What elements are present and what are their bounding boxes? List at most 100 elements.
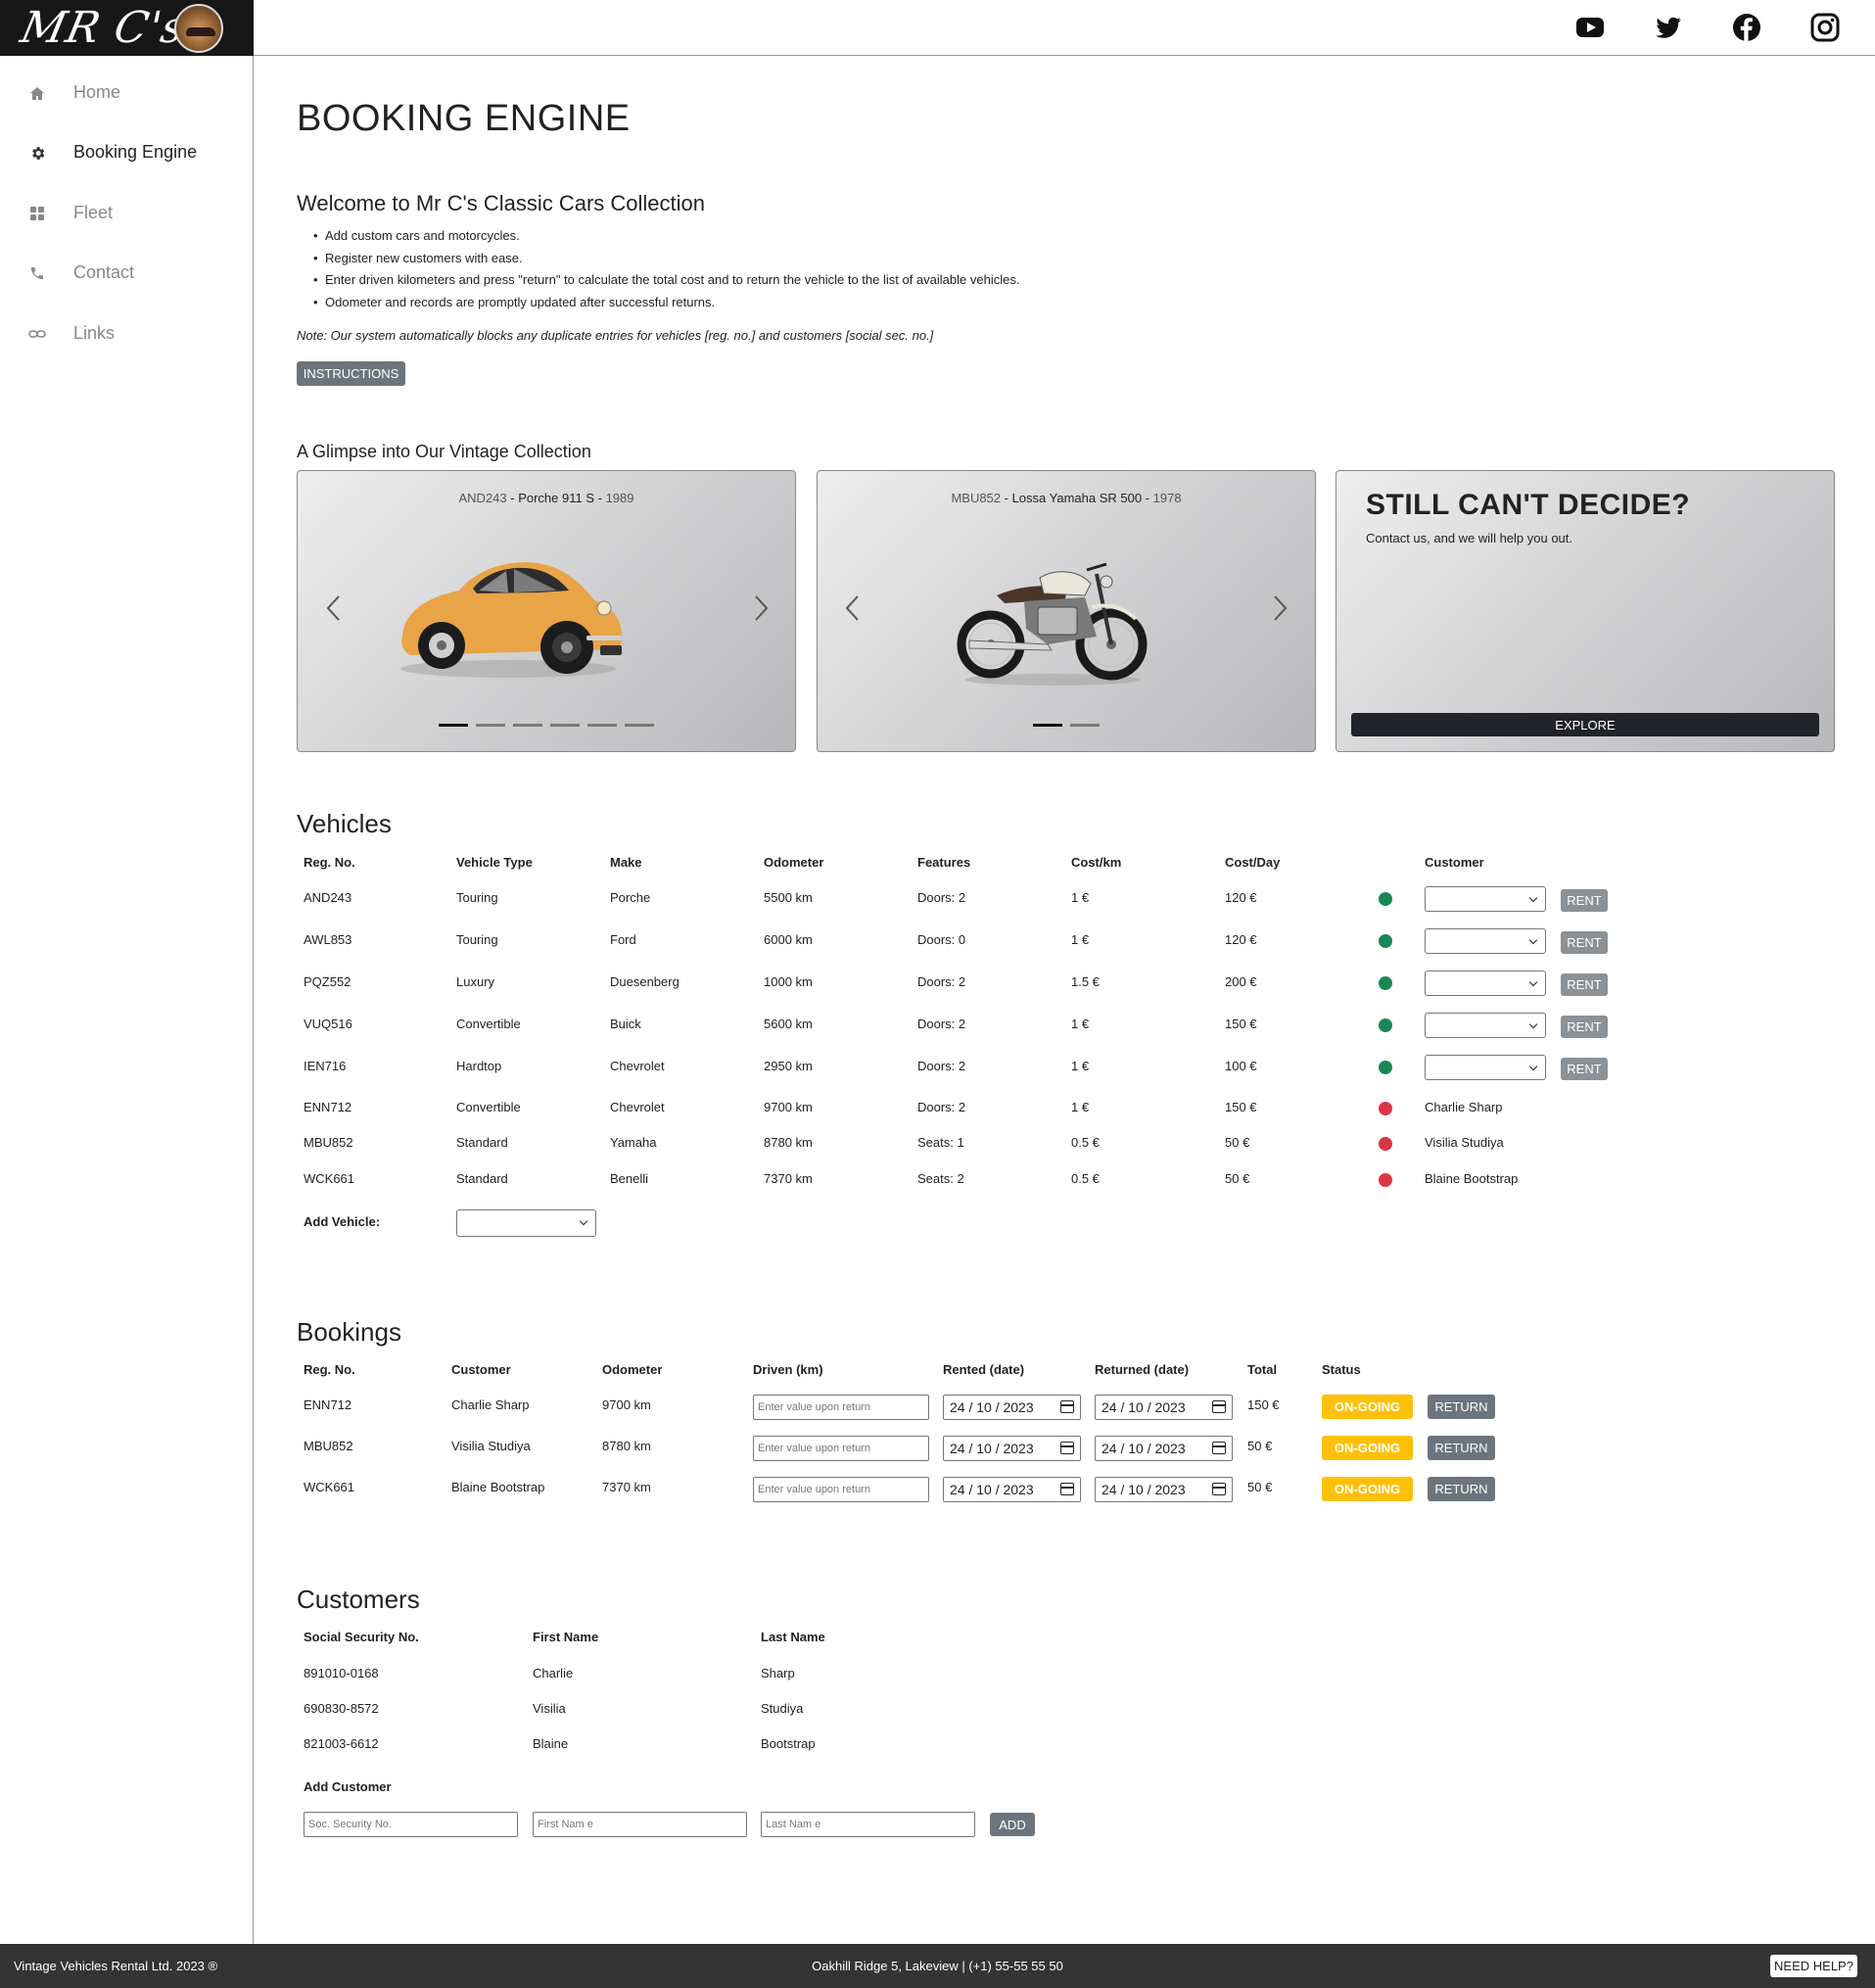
caption-year: 1989 — [605, 491, 634, 505]
return-button[interactable]: RETURN — [1428, 1395, 1495, 1419]
carousel-indicator[interactable] — [476, 724, 505, 727]
carousel-indicator[interactable] — [587, 724, 617, 727]
bookings-heading: Bookings — [297, 1317, 401, 1347]
sidebar-item-booking-engine[interactable]: Booking Engine — [0, 130, 253, 175]
header-col-first-name: First Name — [533, 1630, 599, 1644]
sidebar-item-fleet[interactable]: Fleet — [0, 191, 253, 236]
cell-last-name: Studiya — [761, 1701, 804, 1716]
cell-reg: AND243 — [304, 890, 352, 905]
cell-odo: 8780 km — [764, 1135, 813, 1150]
cell-type: Touring — [456, 890, 498, 905]
grid-icon — [27, 204, 47, 223]
status-badge: ON-GOING — [1322, 1436, 1413, 1460]
rent-button[interactable]: RENT — [1561, 973, 1608, 996]
twitter-icon[interactable] — [1653, 12, 1684, 43]
return-button[interactable]: RETURN — [1428, 1477, 1495, 1501]
porsche-image — [400, 562, 623, 678]
last-name-input[interactable]: Last Nam e — [761, 1812, 975, 1837]
calendar-icon[interactable] — [1212, 1442, 1226, 1454]
cell-cost_day: 50 € — [1225, 1171, 1250, 1186]
customer-select[interactable] — [1425, 886, 1546, 912]
logo-text: MR C's — [16, 3, 191, 53]
header-col-odometer: Odometer — [602, 1362, 663, 1377]
ssn-input[interactable]: Soc. Security No. — [304, 1812, 518, 1837]
driven-km-input[interactable]: Enter value upon return — [753, 1395, 929, 1420]
cell-cost_km: 0.5 € — [1071, 1135, 1100, 1150]
add-customer-label: Add Customer — [304, 1779, 392, 1794]
cell-last-name: Sharp — [761, 1666, 795, 1680]
first-name-input[interactable]: First Nam e — [533, 1812, 747, 1837]
returned-date-input[interactable]: 24 / 10 / 2023 — [1095, 1436, 1233, 1461]
cell-cost_km: 1 € — [1071, 1059, 1090, 1073]
carousel-indicator[interactable] — [1070, 724, 1100, 727]
instructions-button[interactable]: INSTRUCTIONS — [297, 361, 405, 386]
cell-reg: WCK661 — [304, 1480, 355, 1494]
calendar-icon[interactable] — [1060, 1442, 1074, 1454]
date-value: 24 / 10 / 2023 — [1102, 1482, 1186, 1497]
carousel-prev-icon[interactable] — [322, 593, 346, 623]
carousel-indicator[interactable] — [439, 724, 468, 727]
returned-date-input[interactable]: 24 / 10 / 2023 — [1095, 1395, 1233, 1420]
instagram-icon[interactable] — [1809, 12, 1841, 43]
calendar-icon[interactable] — [1060, 1400, 1074, 1413]
cell-features: Doors: 2 — [917, 974, 966, 989]
carousel-indicator[interactable] — [1033, 724, 1062, 727]
add-vehicle-select[interactable] — [456, 1209, 596, 1237]
carousel-indicator[interactable] — [550, 724, 580, 727]
sidebar-item-contact[interactable]: Contact — [0, 251, 253, 296]
decide-text: Contact us, and we will help you out. — [1366, 531, 1573, 545]
customer-select[interactable] — [1425, 1013, 1546, 1038]
rent-button[interactable]: RENT — [1561, 1016, 1608, 1038]
header-col-reg: Reg. No. — [304, 1362, 355, 1377]
cell-odo: 9700 km — [764, 1100, 813, 1114]
return-button[interactable]: RETURN — [1428, 1436, 1495, 1460]
feature-item: Odometer and records are promptly update… — [313, 293, 1019, 315]
rent-button[interactable]: RENT — [1561, 889, 1608, 912]
explore-button[interactable]: EXPLORE — [1351, 713, 1819, 736]
carousel-indicator[interactable] — [625, 724, 654, 727]
customer-select[interactable] — [1425, 1055, 1546, 1080]
cell-make: Buick — [610, 1017, 641, 1031]
add-vehicle-label: Add Vehicle: — [304, 1214, 381, 1229]
rent-button[interactable]: RENT — [1561, 1058, 1608, 1080]
need-help-button[interactable]: NEED HELP? — [1770, 1955, 1857, 1977]
add-customer-button[interactable]: ADD — [990, 1813, 1035, 1836]
cell-first-name: Visilia — [533, 1701, 566, 1716]
carousel-next-icon[interactable] — [1268, 593, 1291, 623]
cell-odo: 7370 km — [764, 1171, 813, 1186]
cell-reg: PQZ552 — [304, 974, 352, 989]
header-col-returned: Returned (date) — [1095, 1362, 1190, 1377]
calendar-icon[interactable] — [1212, 1400, 1226, 1413]
sidebar-item-home[interactable]: Home — [0, 71, 253, 116]
cell-type: Touring — [456, 932, 498, 947]
rented-date-input[interactable]: 24 / 10 / 2023 — [943, 1436, 1081, 1461]
cell-reg: ENN712 — [304, 1397, 352, 1412]
rented-date-input[interactable]: 24 / 10 / 2023 — [943, 1477, 1081, 1502]
customer-select[interactable] — [1425, 970, 1546, 996]
youtube-icon[interactable] — [1574, 12, 1606, 43]
brand-logo[interactable]: MR C's — [0, 0, 254, 56]
cell-type: Luxury — [456, 974, 495, 989]
carousel-next-icon[interactable] — [749, 593, 773, 623]
customer-select[interactable] — [1425, 928, 1546, 954]
returned-date-input[interactable]: 24 / 10 / 2023 — [1095, 1477, 1233, 1502]
rent-button[interactable]: RENT — [1561, 931, 1608, 954]
facebook-icon[interactable] — [1731, 12, 1762, 43]
rented-date-input[interactable]: 24 / 10 / 2023 — [943, 1395, 1081, 1420]
carousel-indicator[interactable] — [513, 724, 542, 727]
sidebar-item-label: Fleet — [73, 203, 114, 222]
status-dot — [1379, 1102, 1392, 1115]
calendar-icon[interactable] — [1060, 1483, 1074, 1495]
cell-cost_km: 1 € — [1071, 1017, 1090, 1031]
status-dot — [1379, 1173, 1392, 1187]
cell-customer: Charlie Sharp — [1425, 1100, 1503, 1114]
cell-ssn: 891010-0168 — [304, 1666, 379, 1680]
caption-sep: - — [1142, 491, 1153, 505]
header-col-odometer: Odometer — [764, 855, 824, 870]
carousel-prev-icon[interactable] — [841, 593, 865, 623]
sidebar-item-links[interactable]: Links — [0, 311, 253, 356]
driven-km-input[interactable]: Enter value upon return — [753, 1477, 929, 1502]
home-icon — [27, 83, 47, 103]
driven-km-input[interactable]: Enter value upon return — [753, 1436, 929, 1461]
calendar-icon[interactable] — [1212, 1483, 1226, 1495]
